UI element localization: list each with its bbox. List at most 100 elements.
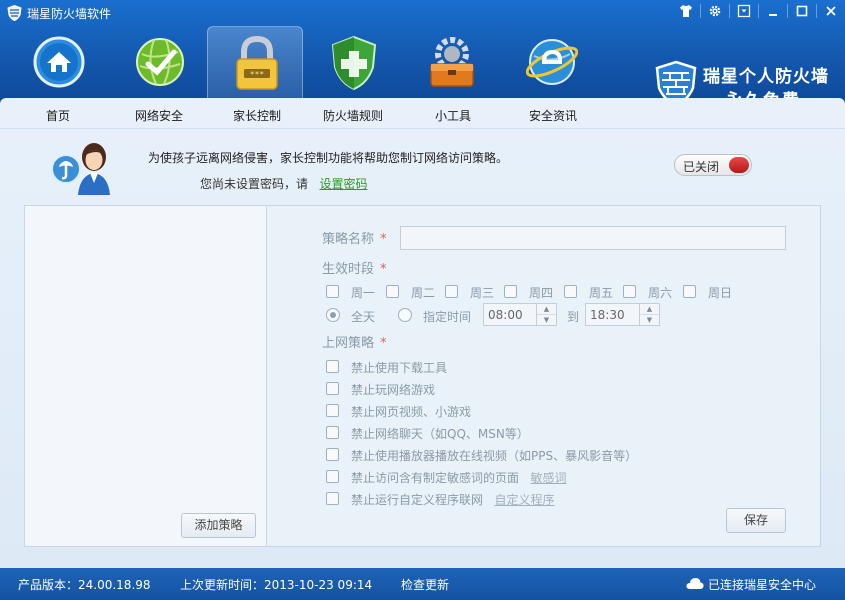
all-day-label: 全天 <box>351 310 376 324</box>
rule-label-download-tools: 禁止使用下载工具 <box>351 361 448 375</box>
rule-checkbox-online-player[interactable] <box>326 448 339 461</box>
ie-globe-icon <box>526 39 578 85</box>
rule-label-online-chat: 禁止网络聊天（如QQ、MSN等） <box>351 427 529 441</box>
required-mark: * <box>380 232 387 247</box>
rule-label-online-player: 禁止使用播放器播放在线视频（如PPS、暴风影音等） <box>351 449 638 463</box>
rule-label-sensitive-words: 禁止访问含有制定敏感词的页面 敏感词 <box>351 469 566 486</box>
rule-label-custom-program-text: 禁止运行自定义程序联网 <box>351 493 484 507</box>
firewall-window: 瑞星防火墙软件 *** 瑞星个人防火墙 首页 网络安全 家长控制 防火墙规则 小… <box>0 0 845 600</box>
shield-icon <box>331 35 377 91</box>
start-time-down-icon[interactable]: ▼ <box>537 314 556 324</box>
day-label-thu: 周四 <box>529 286 554 300</box>
day-checkbox-wed[interactable] <box>445 285 458 298</box>
day-label-fri: 周五 <box>589 286 614 300</box>
rule-label-sensitive-words-text: 禁止访问含有制定敏感词的页面 <box>351 471 520 485</box>
end-time-stepper[interactable]: 18:30 ▲ ▼ <box>585 303 660 326</box>
policy-name-input[interactable] <box>400 226 786 250</box>
nav-label-security-news[interactable]: 安全资讯 <box>505 107 601 124</box>
time-to-label: 到 <box>567 310 580 324</box>
rule-checkbox-custom-program[interactable] <box>326 492 339 505</box>
day-label-tue: 周二 <box>411 286 436 300</box>
globe-check-icon <box>136 38 184 86</box>
brand-title: 瑞星个人防火墙 <box>703 67 829 87</box>
day-checkbox-thu[interactable] <box>504 285 517 298</box>
window-title: 瑞星防火墙软件 <box>27 7 112 21</box>
specified-time-radio[interactable] <box>398 308 412 322</box>
internet-policy-label: 上网策略 * <box>322 332 387 351</box>
nav-label-parental-control[interactable]: 家长控制 <box>209 107 305 124</box>
save-button[interactable]: 保存 <box>726 508 786 533</box>
custom-program-link[interactable]: 自定义程序 <box>494 493 554 507</box>
content-area: 首页 网络安全 家长控制 防火墙规则 小工具 安全资讯 为使孩子远离网络侵害，家… <box>0 98 845 568</box>
required-mark: * <box>380 262 387 277</box>
set-password-link[interactable]: 设置密码 <box>319 177 367 191</box>
start-time-value: 08:00 <box>488 308 523 322</box>
day-label-sun: 周日 <box>708 286 733 300</box>
specified-time-label: 指定时间 <box>423 310 472 324</box>
check-update-link[interactable]: 检查更新 <box>401 576 449 593</box>
rule-checkbox-web-video[interactable] <box>326 404 339 417</box>
minimize-icon[interactable] <box>759 0 787 22</box>
parental-control-toggle[interactable]: 已关闭 <box>674 154 752 176</box>
last-update-time: 上次更新时间：2013-10-23 09:14 <box>180 578 373 592</box>
nav-label-network-security[interactable]: 网络安全 <box>111 107 207 124</box>
end-time-up-icon[interactable]: ▲ <box>640 304 659 314</box>
period-label: 生效时段 * <box>322 258 387 277</box>
product-version: 产品版本：24.00.18.98 <box>18 578 151 592</box>
policy-name-label-text: 策略名称 <box>322 232 375 247</box>
intro-description: 为使孩子远离网络侵害，家长控制功能将帮助您制订网络访问策略。 <box>148 151 509 165</box>
nav-label-home[interactable]: 首页 <box>10 107 106 124</box>
rule-checkbox-online-games[interactable] <box>326 382 339 395</box>
policy-name-label: 策略名称 * <box>322 228 387 247</box>
day-label-sat: 周六 <box>648 286 673 300</box>
end-time-down-icon[interactable]: ▼ <box>640 314 659 324</box>
cloud-connected-icon <box>686 578 704 589</box>
day-label-wed: 周三 <box>470 286 495 300</box>
end-time-arrows: ▲ ▼ <box>639 304 659 325</box>
policy-form: 策略名称 * 生效时段 * 周一 周二 周三 周四 周五 周六 周日 全天 指定… <box>267 206 820 546</box>
app-shield-logo-icon <box>7 5 22 21</box>
toolbox-icon <box>430 37 474 87</box>
day-checkbox-tue[interactable] <box>386 285 399 298</box>
rule-checkbox-online-chat[interactable] <box>326 426 339 439</box>
svg-text:***: *** <box>250 70 265 79</box>
day-checkbox-sun[interactable] <box>683 285 696 298</box>
nav-label-tools[interactable]: 小工具 <box>405 107 501 124</box>
add-policy-button[interactable]: 添加策略 <box>181 513 256 538</box>
title-bar: 瑞星防火墙软件 <box>0 0 845 26</box>
rule-label-web-video: 禁止网页视频、小游戏 <box>351 405 472 419</box>
settings-gear-icon[interactable] <box>701 0 729 22</box>
maximize-icon[interactable] <box>788 0 816 22</box>
sensitive-words-link[interactable]: 敏感词 <box>530 471 566 485</box>
rule-checkbox-sensitive-words[interactable] <box>326 470 339 483</box>
window-controls <box>672 0 845 24</box>
home-icon <box>33 36 85 88</box>
start-time-arrows: ▲ ▼ <box>536 304 556 325</box>
end-time-value: 18:30 <box>590 308 625 322</box>
no-password-text: 您尚未设置密码，请 <box>200 177 309 191</box>
period-label-text: 生效时段 <box>322 262 375 277</box>
toggle-label: 已关闭 <box>683 160 720 174</box>
rule-label-custom-program: 禁止运行自定义程序联网 自定义程序 <box>351 491 554 508</box>
required-mark: * <box>380 336 387 351</box>
internet-policy-label-text: 上网策略 <box>322 336 375 351</box>
padlock-icon: *** <box>236 35 278 90</box>
all-day-radio[interactable] <box>326 308 340 322</box>
toggle-knob <box>729 157 749 173</box>
day-checkbox-sat[interactable] <box>623 285 636 298</box>
day-checkbox-mon[interactable] <box>326 285 339 298</box>
day-label-mon: 周一 <box>351 286 376 300</box>
start-time-up-icon[interactable]: ▲ <box>537 304 556 314</box>
skin-shirt-icon[interactable] <box>672 0 700 22</box>
cloud-status: 已连接瑞星安全中心 <box>708 578 817 592</box>
nav-label-firewall-rules[interactable]: 防火墙规则 <box>305 107 401 124</box>
menu-dropdown-icon[interactable] <box>730 0 758 22</box>
rule-label-online-games: 禁止玩网络游戏 <box>351 383 436 397</box>
start-time-stepper[interactable]: 08:00 ▲ ▼ <box>483 303 557 326</box>
nav-labels: 首页 网络安全 家长控制 防火墙规则 小工具 安全资讯 <box>0 98 845 126</box>
day-checkbox-fri[interactable] <box>564 285 577 298</box>
rule-checkbox-download-tools[interactable] <box>326 360 339 373</box>
policy-list[interactable]: 添加策略 <box>25 206 267 546</box>
close-icon[interactable] <box>817 0 845 22</box>
password-hint: 您尚未设置密码，请 设置密码 <box>200 175 367 192</box>
